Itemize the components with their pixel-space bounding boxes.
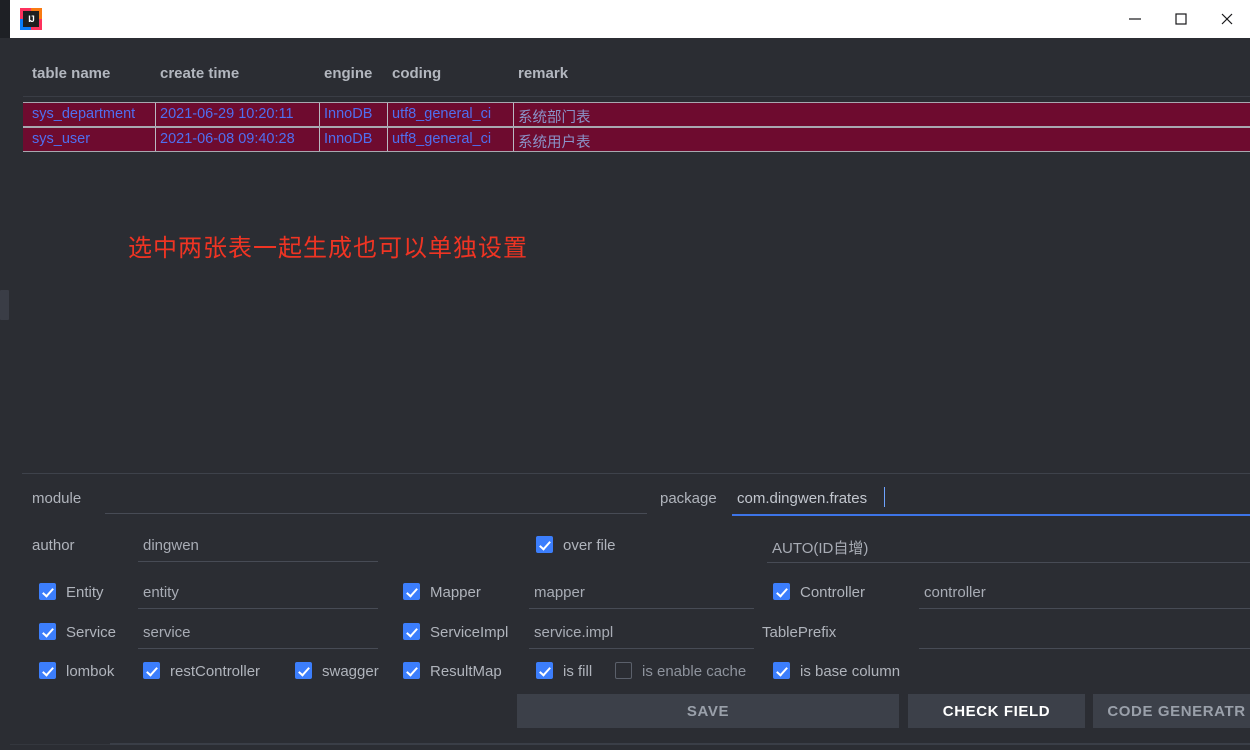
result-map-label[interactable]: ResultMap — [430, 663, 502, 680]
cell-divider — [155, 103, 156, 126]
cell-divider — [387, 128, 388, 151]
cell-divider — [513, 128, 514, 151]
author-input-underline[interactable] — [138, 561, 378, 562]
entity-package-underline[interactable] — [138, 608, 378, 609]
cell-remark: 系统部门表 — [518, 110, 591, 126]
horizontal-scrollbar[interactable] — [110, 743, 1250, 745]
swagger-checkbox[interactable] — [295, 662, 312, 679]
package-input-underline[interactable] — [732, 514, 1250, 516]
column-header-table-name[interactable]: table name — [32, 65, 110, 82]
window-controls — [1112, 0, 1250, 38]
result-map-checkbox[interactable] — [403, 662, 420, 679]
table-header-row: table name create time engine coding rem… — [10, 38, 1250, 82]
over-file-checkbox[interactable] — [536, 536, 553, 553]
minimize-button[interactable] — [1112, 0, 1158, 38]
is-base-column-checkbox[interactable] — [773, 662, 790, 679]
cell-divider — [387, 103, 388, 126]
cell-engine: InnoDB — [324, 131, 373, 147]
table-prefix-label: TablePrefix — [762, 624, 837, 641]
entity-label[interactable]: Entity — [66, 584, 104, 601]
module-label: module — [32, 490, 82, 507]
service-impl-checkbox[interactable] — [403, 623, 420, 640]
controller-label[interactable]: Controller — [800, 584, 865, 601]
swagger-label[interactable]: swagger — [322, 663, 379, 680]
cell-create-time: 2021-06-08 09:40:28 — [160, 131, 295, 147]
rest-controller-checkbox[interactable] — [143, 662, 160, 679]
is-enable-cache-label[interactable]: is enable cache — [642, 663, 746, 680]
entity-checkbox[interactable] — [39, 583, 56, 600]
controller-checkbox[interactable] — [773, 583, 790, 600]
package-label: package — [660, 490, 717, 507]
entity-package-value[interactable]: entity — [143, 584, 179, 601]
id-type-underline[interactable] — [767, 562, 1250, 563]
code-generator-window: IJ table name create time engine coding … — [0, 0, 1250, 750]
service-impl-package-value[interactable]: service.impl — [534, 624, 613, 641]
app-icon-label: IJ — [23, 11, 39, 27]
table-annotation-note: 选中两张表一起生成也可以单独设置 — [128, 234, 528, 262]
id-type-select-value[interactable]: AUTO(ID自增) — [772, 537, 868, 558]
is-fill-label[interactable]: is fill — [563, 663, 592, 680]
rest-controller-label[interactable]: restController — [170, 663, 260, 680]
over-file-label[interactable]: over file — [563, 537, 616, 554]
is-base-column-label[interactable]: is base column — [800, 663, 900, 680]
cell-coding: utf8_general_ci — [392, 131, 492, 147]
table-row[interactable]: sys_user 2021-06-08 09:40:28 InnoDB utf8… — [23, 127, 1250, 152]
cell-remark: 系统用户表 — [518, 135, 591, 151]
mapper-checkbox[interactable] — [403, 583, 420, 600]
intellij-idea-icon: IJ — [20, 8, 42, 30]
text-caret — [884, 487, 885, 507]
is-enable-cache-checkbox[interactable] — [615, 662, 632, 679]
vertical-scrollbar-thumb[interactable] — [0, 290, 9, 320]
maximize-button[interactable] — [1158, 0, 1204, 38]
cell-divider — [319, 128, 320, 151]
author-input-value[interactable]: dingwen — [143, 537, 199, 554]
lombok-label[interactable]: lombok — [66, 663, 114, 680]
header-divider — [23, 96, 1250, 97]
cell-divider — [319, 103, 320, 126]
window-titlebar[interactable]: IJ — [10, 0, 1250, 38]
package-input-value[interactable]: com.dingwen.frates — [737, 490, 867, 507]
table-prefix-underline[interactable] — [919, 648, 1250, 649]
lombok-checkbox[interactable] — [39, 662, 56, 679]
service-checkbox[interactable] — [39, 623, 56, 640]
controller-package-value[interactable]: controller — [924, 584, 986, 601]
table-row[interactable]: sys_department 2021-06-29 10:20:11 InnoD… — [23, 102, 1250, 127]
column-header-coding[interactable]: coding — [392, 65, 441, 82]
cell-divider — [513, 103, 514, 126]
column-header-engine[interactable]: engine — [324, 65, 372, 82]
close-button[interactable] — [1204, 0, 1250, 38]
service-label[interactable]: Service — [66, 624, 116, 641]
author-label: author — [32, 537, 75, 554]
titlebar-left-strip — [0, 0, 10, 38]
settings-form-panel: module package com.dingwen.frates 当前项目的包… — [10, 463, 1250, 750]
is-fill-checkbox[interactable] — [536, 662, 553, 679]
mapper-package-underline[interactable] — [529, 608, 754, 609]
controller-package-underline[interactable] — [919, 608, 1250, 609]
cell-engine: InnoDB — [324, 106, 373, 122]
cell-divider — [155, 128, 156, 151]
code-generator-button[interactable]: CODE GENERATR — [1093, 694, 1250, 728]
service-impl-package-underline[interactable] — [529, 648, 754, 649]
form-top-divider — [22, 473, 1250, 474]
mapper-label[interactable]: Mapper — [430, 584, 481, 601]
column-header-create-time[interactable]: create time — [160, 65, 239, 82]
check-field-button[interactable]: CHECK FIELD — [908, 694, 1085, 728]
column-header-remark[interactable]: remark — [518, 65, 568, 82]
cell-table-name: sys_user — [32, 131, 91, 147]
mapper-package-value[interactable]: mapper — [534, 584, 585, 601]
tables-list-panel: table name create time engine coding rem… — [10, 38, 1250, 463]
cell-create-time: 2021-06-29 10:20:11 — [160, 106, 294, 122]
cell-coding: utf8_general_ci — [392, 106, 492, 122]
module-input-underline[interactable] — [105, 513, 647, 514]
service-package-value[interactable]: service — [143, 624, 191, 641]
save-button[interactable]: SAVE — [517, 694, 899, 728]
service-impl-label[interactable]: ServiceImpl — [430, 624, 508, 641]
service-package-underline[interactable] — [138, 648, 378, 649]
cell-table-name: sys_department — [32, 106, 136, 122]
